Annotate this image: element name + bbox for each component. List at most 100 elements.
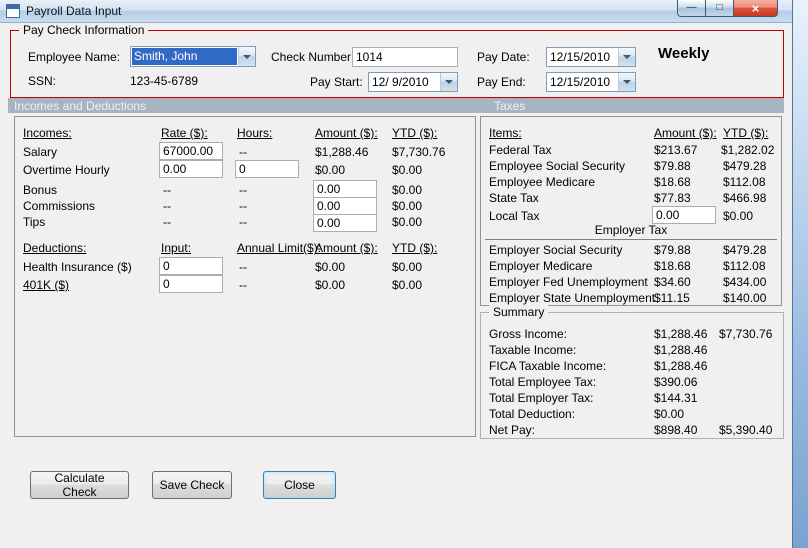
salary-amount: $1,288.46 xyxy=(315,145,369,159)
pay-end-value: 12/15/2010 xyxy=(550,75,611,89)
overtime-rate-input[interactable] xyxy=(159,160,223,178)
commissions-amount-input[interactable] xyxy=(313,197,377,215)
pay-start-dropdown-button[interactable] xyxy=(440,73,457,91)
commissions-rate: -- xyxy=(163,199,171,213)
employee-name-select[interactable]: Smith, John xyxy=(130,46,256,67)
overtime-hours-input[interactable] xyxy=(235,160,299,178)
tips-rate: -- xyxy=(163,215,171,229)
employer-ss-label: Employer Social Security xyxy=(489,243,623,257)
federal-tax-ytd: $1,282.02 xyxy=(721,143,775,157)
chevron-down-icon xyxy=(623,80,631,84)
employer-medicare-label: Employer Medicare xyxy=(489,259,593,273)
pay-date-value: 12/15/2010 xyxy=(550,50,611,64)
taxable-income-amount: $1,288.46 xyxy=(654,343,708,357)
k401-ytd: $0.00 xyxy=(392,278,423,292)
employee-medicare-label: Employee Medicare xyxy=(489,175,596,189)
check-number-input[interactable] xyxy=(352,47,458,67)
minimize-icon: — xyxy=(686,2,697,13)
health-insurance-input[interactable] xyxy=(159,257,223,275)
local-tax-ytd: $0.00 xyxy=(723,209,754,223)
chevron-down-icon xyxy=(623,55,631,59)
maximize-button[interactable]: □ xyxy=(706,0,733,17)
employer-state-unemployment-label: Employer State Unemployment xyxy=(489,291,656,305)
pay-end-dropdown-button[interactable] xyxy=(618,73,635,91)
save-check-button[interactable]: Save Check xyxy=(152,471,232,499)
tips-ytd: $0.00 xyxy=(392,215,423,229)
col-header-items: Items: xyxy=(489,126,522,140)
employer-state-unemployment-amount: $11.15 xyxy=(654,291,690,305)
bonus-label: Bonus xyxy=(23,183,58,197)
title-bar[interactable]: Payroll Data Input — □ × xyxy=(0,0,792,23)
k401-amount: $0.00 xyxy=(315,278,346,292)
pay-end-picker[interactable]: 12/15/2010 xyxy=(546,72,636,92)
fica-taxable-income-amount: $1,288.46 xyxy=(654,359,708,373)
close-window-button[interactable]: × xyxy=(733,0,778,17)
net-pay-label: Net Pay: xyxy=(489,423,536,437)
pay-date-label: Pay Date: xyxy=(477,50,530,64)
maximize-icon: □ xyxy=(716,2,723,13)
federal-tax-label: Federal Tax xyxy=(489,143,552,157)
state-tax-amount: $77.83 xyxy=(654,191,691,205)
commissions-label: Commissions xyxy=(23,199,96,213)
bonus-amount-input[interactable] xyxy=(313,180,377,198)
app-icon xyxy=(6,4,20,18)
ssn-value: 123-45-6789 xyxy=(130,74,199,88)
federal-tax-amount: $213.67 xyxy=(654,143,698,157)
taxes-section-header: Taxes xyxy=(494,99,526,113)
calculate-check-button[interactable]: Calculate Check xyxy=(30,471,129,499)
total-employee-tax-label: Total Employee Tax: xyxy=(489,375,597,389)
pay-start-label: Pay Start: xyxy=(310,75,363,89)
bonus-ytd: $0.00 xyxy=(392,183,423,197)
employer-tax-separator: Employer Tax xyxy=(485,223,777,240)
employer-ss-ytd: $479.28 xyxy=(723,243,767,257)
gross-income-amount: $1,288.46 xyxy=(654,327,708,341)
tips-amount-input[interactable] xyxy=(313,214,377,232)
bonus-hours: -- xyxy=(239,183,247,197)
employee-ss-ytd: $479.28 xyxy=(723,159,767,173)
total-employer-tax-amount: $144.31 xyxy=(654,391,698,405)
col-header-input: Input: xyxy=(161,241,192,255)
salary-hours: -- xyxy=(239,145,247,159)
employee-name-dropdown-button[interactable] xyxy=(238,47,255,66)
health-insurance-label: Health Insurance ($) xyxy=(23,260,132,274)
col-header-ded-amount: Amount ($): xyxy=(315,241,378,255)
pay-date-picker[interactable]: 12/15/2010 xyxy=(546,47,636,67)
col-header-deductions: Deductions: xyxy=(23,241,87,255)
employer-tax-header: Employer Tax xyxy=(594,223,668,237)
pay-start-picker[interactable]: 12/ 9/2010 xyxy=(368,72,458,92)
overtime-label: Overtime Hourly xyxy=(23,163,110,177)
chevron-down-icon xyxy=(445,80,453,84)
pay-frequency-label: Weekly xyxy=(658,45,710,62)
k401-input[interactable] xyxy=(159,275,223,293)
local-tax-input[interactable] xyxy=(652,206,716,224)
salary-rate-input[interactable] xyxy=(159,142,223,160)
net-pay-ytd: $5,390.40 xyxy=(719,423,773,437)
employee-medicare-amount: $18.68 xyxy=(654,175,691,189)
overtime-ytd: $0.00 xyxy=(392,163,423,177)
employee-name-value: Smith, John xyxy=(132,48,237,65)
taxable-income-label: Taxable Income: xyxy=(489,343,577,357)
col-header-rate: Rate ($): xyxy=(161,126,208,140)
employee-name-label: Employee Name: xyxy=(28,50,121,64)
pay-date-dropdown-button[interactable] xyxy=(618,48,635,66)
pay-start-value: 12/ 9/2010 xyxy=(372,75,429,89)
gross-income-ytd: $7,730.76 xyxy=(719,327,773,341)
incomes-section-header: Incomes and Deductions xyxy=(14,99,147,113)
employee-ss-amount: $79.88 xyxy=(654,159,691,173)
employer-fed-unemployment-label: Employer Fed Unemployment xyxy=(489,275,648,289)
minimize-button[interactable]: — xyxy=(677,0,706,17)
total-deduction-amount: $0.00 xyxy=(654,407,685,421)
k401-link[interactable]: 401K ($) xyxy=(23,278,69,292)
close-button[interactable]: Close xyxy=(263,471,336,499)
total-employer-tax-label: Total Employer Tax: xyxy=(489,391,594,405)
tips-hours: -- xyxy=(239,215,247,229)
incomes-deductions-panel: Incomes: Rate ($): Hours: Amount ($): YT… xyxy=(14,116,476,437)
ssn-label: SSN: xyxy=(28,74,57,88)
col-header-annual-limit: Annual Limit($): xyxy=(237,241,322,255)
window-controls: — □ × xyxy=(677,0,778,17)
col-header-tax-ytd: YTD ($): xyxy=(723,126,769,140)
col-header-tax-amount: Amount ($): xyxy=(654,126,717,140)
k401-limit: -- xyxy=(239,278,247,292)
commissions-hours: -- xyxy=(239,199,247,213)
employee-ss-label: Employee Social Security xyxy=(489,159,626,173)
